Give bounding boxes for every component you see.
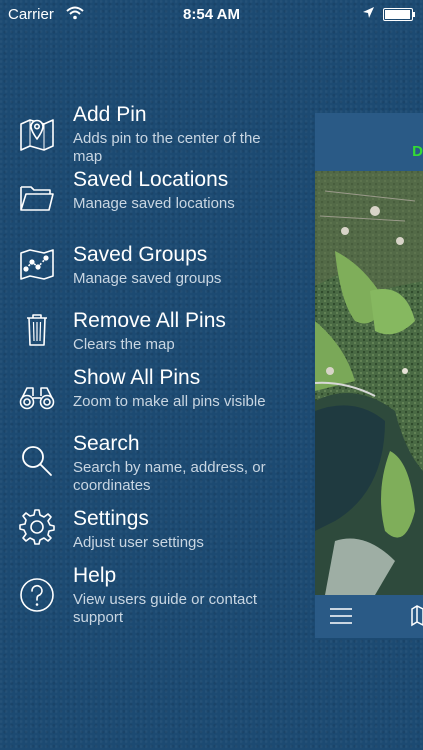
menu-item-description: Manage saved locations bbox=[73, 195, 235, 212]
menu-item-help[interactable]: Help View users guide or contact support bbox=[0, 564, 300, 626]
menu-item-description: Zoom to make all pins visible bbox=[73, 393, 266, 410]
location-arrow-icon bbox=[362, 6, 375, 23]
map-header-label: D bbox=[412, 143, 423, 160]
menu-item-description: Clears the map bbox=[73, 336, 175, 353]
menu-item-saved-locations[interactable]: Saved Locations Manage saved locations bbox=[0, 168, 300, 230]
folder-icon bbox=[18, 178, 56, 216]
satellite-map-image bbox=[315, 171, 423, 595]
menu-item-description: View users guide or contact support bbox=[73, 591, 257, 626]
menu-item-description: Adjust user settings bbox=[73, 534, 204, 551]
clock: 8:54 AM bbox=[183, 6, 240, 23]
menu-item-title: Saved Groups bbox=[73, 243, 208, 266]
map-pin-icon bbox=[18, 114, 56, 152]
status-bar: Carrier 8:54 AM bbox=[0, 0, 423, 28]
menu-item-title: Show All Pins bbox=[73, 366, 201, 389]
satellite-map[interactable] bbox=[315, 171, 423, 595]
main-map-panel[interactable]: D bbox=[315, 113, 423, 638]
menu-item-title: Remove All Pins bbox=[73, 309, 226, 332]
menu-item-saved-groups[interactable]: Saved Groups Manage saved groups bbox=[0, 243, 300, 293]
group-map-icon bbox=[18, 245, 56, 283]
menu-item-description: Search by name, address, or coordinates bbox=[73, 459, 266, 494]
menu-item-title: Saved Locations bbox=[73, 168, 229, 191]
trash-icon bbox=[18, 310, 56, 348]
menu-item-title: Help bbox=[73, 564, 117, 587]
menu-item-remove-all-pins[interactable]: Remove All Pins Clears the map bbox=[0, 309, 300, 359]
menu-item-description: Manage saved groups bbox=[73, 270, 222, 287]
map-mode-icon[interactable] bbox=[411, 605, 423, 627]
menu-item-title: Add Pin bbox=[73, 103, 147, 126]
help-icon bbox=[18, 576, 56, 614]
menu-item-title: Search bbox=[73, 432, 140, 455]
search-icon bbox=[18, 442, 56, 480]
battery-icon bbox=[383, 8, 415, 21]
menu-item-search[interactable]: Search Search by name, address, or coord… bbox=[0, 432, 300, 494]
map-toolbar bbox=[315, 595, 423, 638]
menu-item-add-pin[interactable]: Add Pin Adds pin to the center of the ma… bbox=[0, 103, 300, 165]
hamburger-menu-icon[interactable] bbox=[329, 606, 353, 626]
menu-item-settings[interactable]: Settings Adjust user settings bbox=[0, 507, 300, 557]
binoculars-icon bbox=[18, 378, 56, 416]
menu-item-description: Adds pin to the center of the map bbox=[73, 130, 261, 165]
menu-item-show-all-pins[interactable]: Show All Pins Zoom to make all pins visi… bbox=[0, 366, 300, 428]
map-header: D bbox=[315, 113, 423, 171]
gear-icon bbox=[18, 508, 56, 546]
menu-item-title: Settings bbox=[73, 507, 149, 530]
